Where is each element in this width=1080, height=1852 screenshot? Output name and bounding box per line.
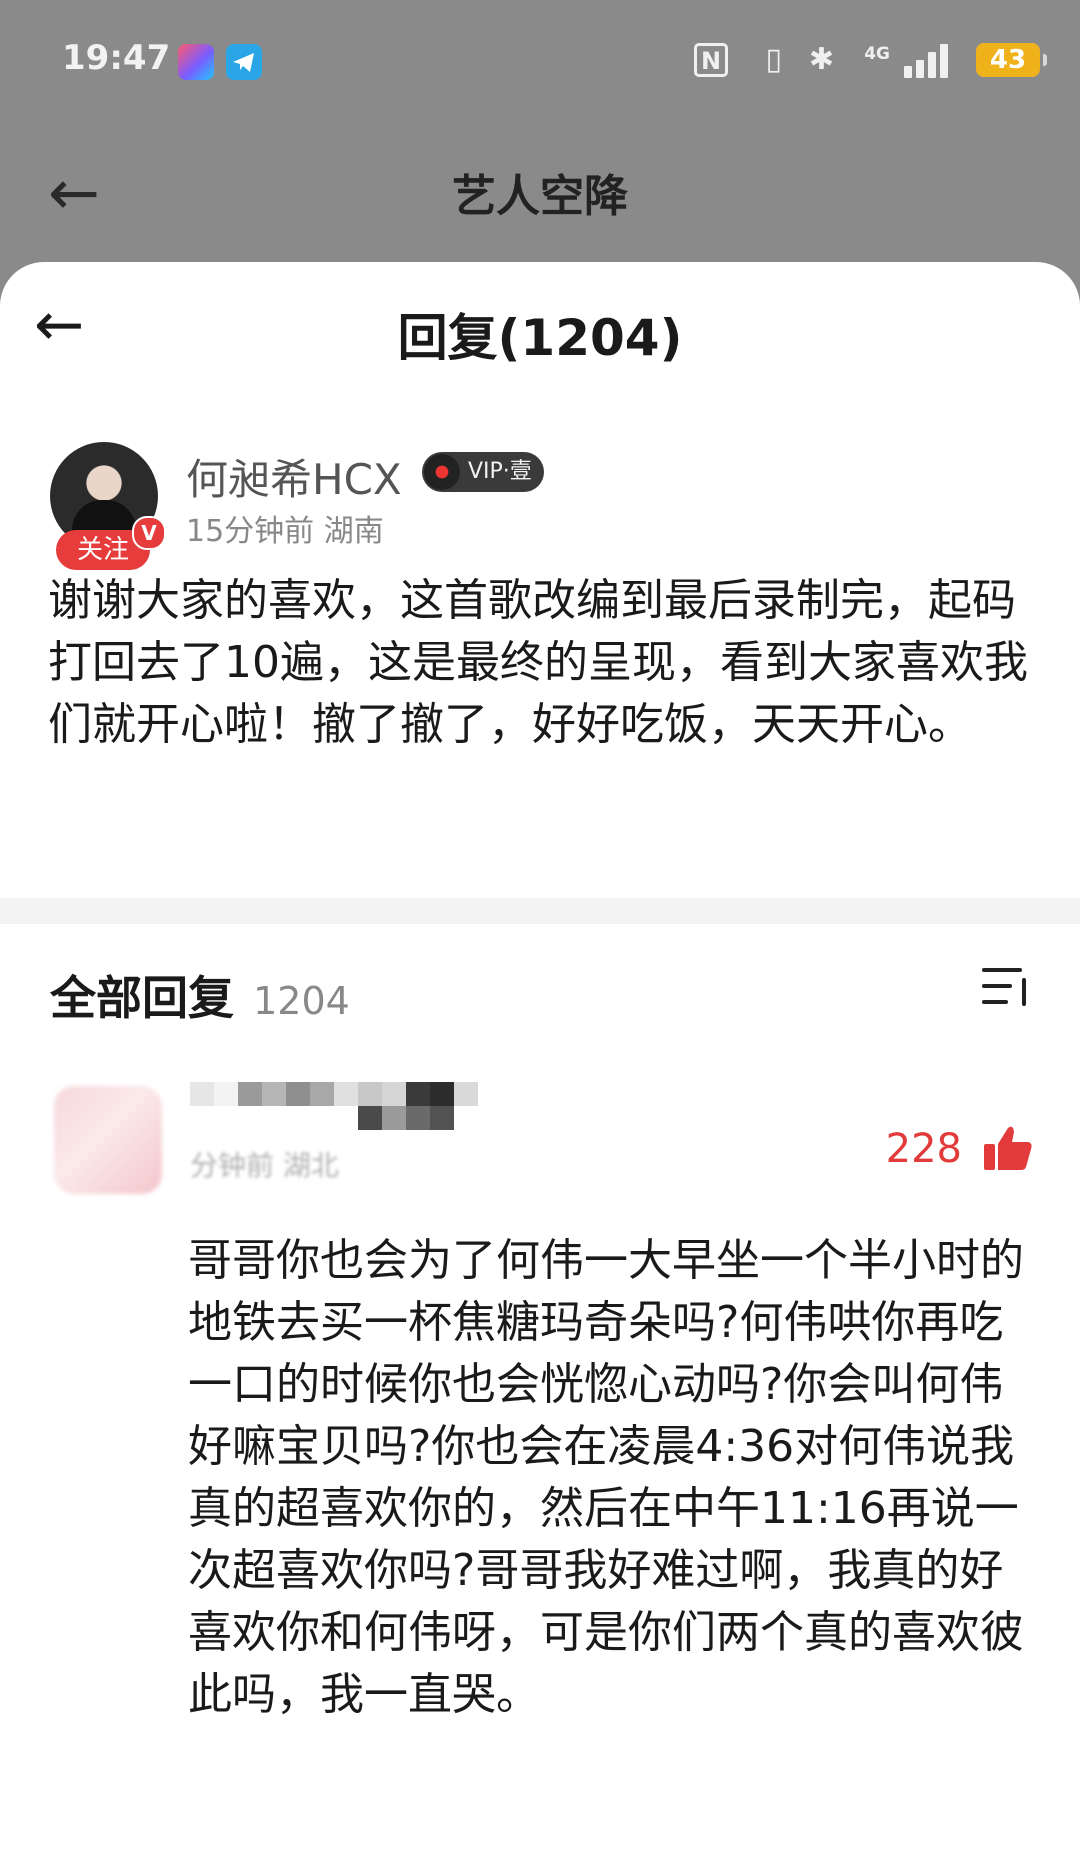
post-text: 谢谢大家的喜欢，这首歌改编到最后录制完，起码打回去了10遍，这是最终的呈现，看到… (48, 575, 1028, 750)
replies-header: 全部回复 1204 (50, 962, 350, 1032)
signal-icon (898, 44, 954, 78)
section-divider (0, 898, 1080, 924)
network-type-label: 4G (864, 44, 890, 64)
vinyl-record-icon (424, 454, 460, 490)
post-meta: 15分钟前 湖南 (186, 514, 384, 549)
app-notification-icon (178, 44, 214, 80)
vip-label: VIP·壹 (468, 459, 532, 484)
like-count: 228 (885, 1126, 962, 1172)
blurred-avatar[interactable] (54, 1086, 162, 1194)
battery-indicator: 43 (976, 43, 1047, 77)
page-title: 艺人空降 (452, 171, 628, 222)
sort-icon[interactable] (982, 962, 1030, 1010)
reply-meta: 分钟前 湖北 (190, 1149, 339, 1182)
sheet-title: 回复(1204) (397, 309, 683, 367)
bluetooth-icon: ✱ (808, 42, 834, 77)
telegram-notification-icon (226, 44, 262, 80)
background-header: ← 艺人空降 (0, 120, 1080, 270)
nfc-icon: N (694, 43, 728, 77)
replies-title: 全部回复 (50, 971, 234, 1025)
author-name[interactable]: 何昶希HCX (186, 446, 402, 507)
status-time: 19:47 (62, 38, 171, 78)
reply-text: 哥哥你也会为了何伟一大早坐一个半小时的地铁去买一杯焦糖玛奇朵吗?何伟哄你再吃一口… (188, 1235, 1024, 1720)
verified-badge: V (132, 516, 166, 550)
replies-sheet: ← 回复(1204) 关注 V 何昶希HCX VIP·壹 15分钟前 湖南 谢谢… (0, 262, 1080, 1852)
vip-badge: VIP·壹 (422, 452, 544, 492)
vibrate-icon: ▯ (765, 42, 782, 77)
replies-count: 1204 (253, 979, 350, 1023)
thumbs-up-icon[interactable] (982, 1122, 1034, 1174)
status-bar: 19:47 N ▯ ✱ 4G 43 (0, 0, 1080, 120)
